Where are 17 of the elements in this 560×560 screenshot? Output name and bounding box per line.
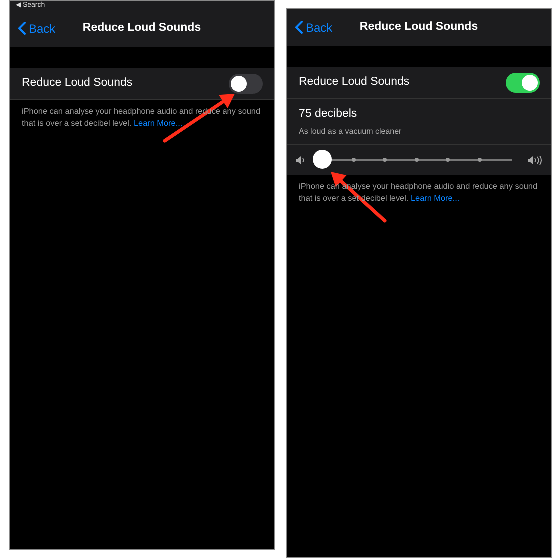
decibel-value: 75 decibels (299, 107, 358, 122)
chevron-left-icon (18, 22, 26, 35)
chevron-left-icon (295, 21, 303, 34)
back-button[interactable]: Back (18, 20, 56, 38)
back-button[interactable]: Back (295, 18, 333, 36)
nav-title: Reduce Loud Sounds (360, 20, 478, 33)
nav-title: Reduce Loud Sounds (82, 22, 202, 34)
speaker-high-icon (527, 154, 543, 166)
toggle-switch[interactable] (506, 72, 540, 92)
decibel-description: As loud as a vacuum cleaner (299, 126, 403, 138)
speaker-low-icon (295, 154, 307, 166)
slider-thumb[interactable] (313, 150, 332, 170)
learn-more-link[interactable]: Learn More... (134, 119, 183, 128)
learn-more-link[interactable]: Learn More... (410, 194, 460, 204)
toggle-label: Reduce Loud Sounds (22, 76, 133, 91)
toggle-label: Reduce Loud Sounds (299, 74, 410, 90)
toggle-switch[interactable] (229, 74, 263, 94)
